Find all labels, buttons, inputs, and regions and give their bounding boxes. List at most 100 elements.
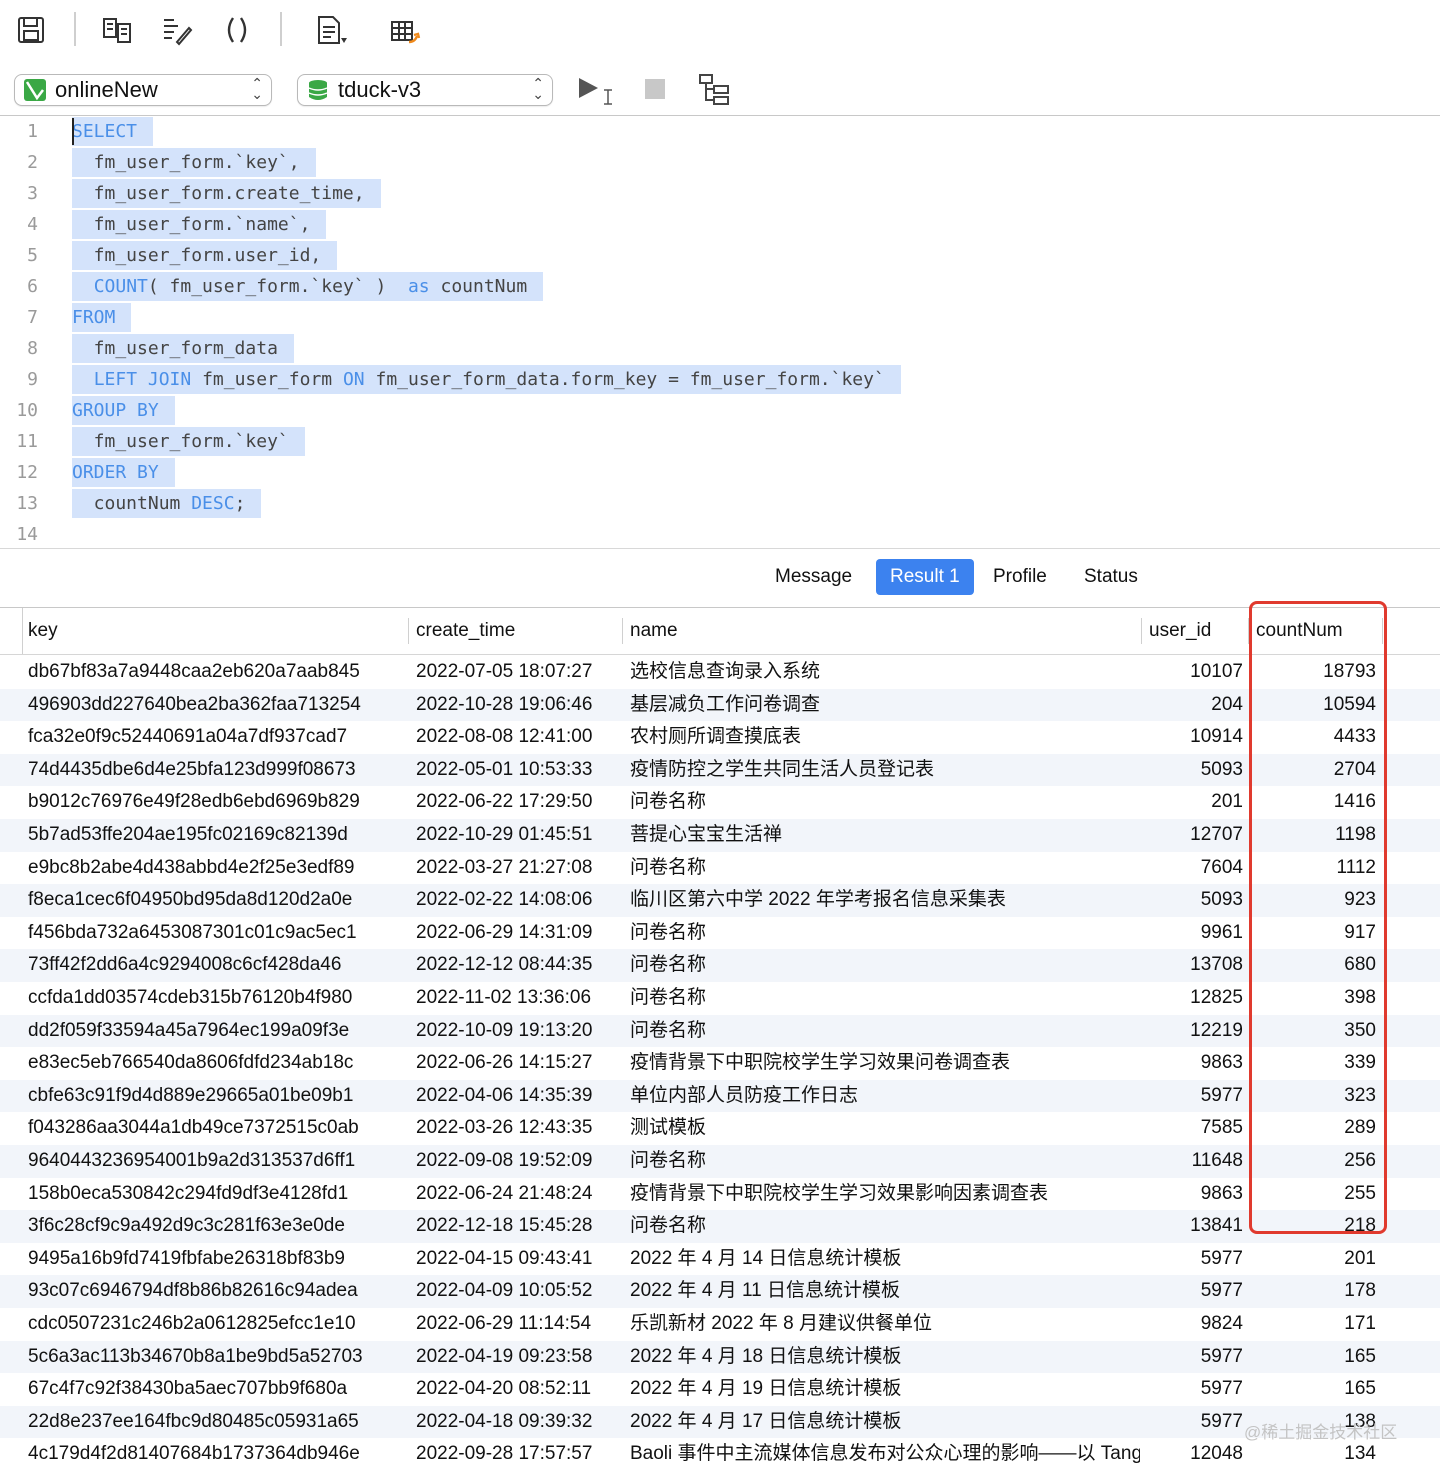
column-header-key[interactable]: key	[28, 608, 58, 654]
table-row[interactable]: 5c6a3ac113b34670b8a1be9bd5a52703 2022-04-…	[0, 1340, 1440, 1374]
table-row[interactable]: 74d4435dbe6d4e25bfa123d999f08673 2022-05-…	[0, 753, 1440, 787]
cell-key[interactable]: 3f6c28cf9c9a492d9c3c281f63e3e0de	[28, 1210, 400, 1243]
cell-name[interactable]: 问卷名称	[630, 852, 1140, 885]
editor-divider[interactable]	[0, 548, 1440, 549]
cell-user-id[interactable]: 11648	[1140, 1145, 1243, 1178]
cell-name[interactable]: 选校信息查询录入系统	[630, 656, 1140, 689]
cell-user-id[interactable]: 9824	[1140, 1308, 1243, 1341]
cell-user-id[interactable]: 9863	[1140, 1178, 1243, 1211]
cell-create-time[interactable]: 2022-06-24 21:48:24	[416, 1178, 616, 1211]
cell-key[interactable]: 4c179d4f2d81407684b1737364db946e	[28, 1438, 400, 1471]
table-row[interactable]: e83ec5eb766540da8606fdfd234ab18c 2022-06-…	[0, 1047, 1440, 1080]
table-row[interactable]: ccfda1dd03574cdeb315b76120b4f980 2022-11-…	[0, 982, 1440, 1015]
cell-user-id[interactable]: 5977	[1140, 1373, 1243, 1406]
cell-key[interactable]: 158b0eca530842c294fd9df3e4128fd1	[28, 1178, 400, 1211]
cell-name[interactable]: 疫情背景下中职院校学生学习效果问卷调查表	[630, 1047, 1140, 1080]
table-row[interactable]: 496903dd227640bea2ba362faa713254 2022-10-…	[0, 688, 1440, 722]
cell-name[interactable]: Baoli 事件中主流媒体信息发布对公众心理的影响——以 Tang	[630, 1438, 1140, 1471]
cell-create-time[interactable]: 2022-07-05 18:07:27	[416, 656, 616, 689]
cell-create-time[interactable]: 2022-12-18 15:45:28	[416, 1210, 616, 1243]
cell-name[interactable]: 问卷名称	[630, 1210, 1140, 1243]
table-row[interactable]: db67bf83a7a9448caa2eb620a7aab845 2022-07-…	[0, 656, 1440, 689]
cell-create-time[interactable]: 2022-10-09 19:13:20	[416, 1015, 616, 1048]
cell-create-time[interactable]: 2022-04-06 14:35:39	[416, 1080, 616, 1113]
explain-plan-icon[interactable]	[696, 72, 736, 113]
cell-name[interactable]: 2022 年 4 月 18 日信息统计模板	[630, 1341, 1140, 1374]
tab-profile[interactable]: Profile	[979, 559, 1061, 595]
cell-user-id[interactable]: 5977	[1140, 1406, 1243, 1439]
stop-icon[interactable]	[642, 76, 668, 107]
cell-user-id[interactable]: 7585	[1140, 1112, 1243, 1145]
cell-countnum[interactable]: 134	[1256, 1438, 1376, 1471]
cell-create-time[interactable]: 2022-04-20 08:52:11	[416, 1373, 616, 1406]
cell-user-id[interactable]: 12219	[1140, 1015, 1243, 1048]
cell-user-id[interactable]: 12825	[1140, 982, 1243, 1015]
cell-user-id[interactable]: 5977	[1140, 1080, 1243, 1113]
cell-key[interactable]: 9640443236954001b9a2d313537d6ff1	[28, 1145, 400, 1178]
cell-user-id[interactable]: 5977	[1140, 1243, 1243, 1276]
table-row[interactable]: f456bda732a6453087301c01c9ac5ec1 2022-06-…	[0, 917, 1440, 950]
parentheses-icon[interactable]	[220, 12, 254, 48]
cell-create-time[interactable]: 2022-06-29 11:14:54	[416, 1308, 616, 1341]
cell-name[interactable]: 农村厕所调查摸底表	[630, 721, 1140, 754]
cell-create-time[interactable]: 2022-06-29 14:31:09	[416, 917, 616, 950]
cell-create-time[interactable]: 2022-08-08 12:41:00	[416, 721, 616, 754]
cell-key[interactable]: b9012c76976e49f28edb6ebd6969b829	[28, 786, 400, 819]
table-row[interactable]: 93c07c6946794df8b86b82616c94adea 2022-04-…	[0, 1275, 1440, 1308]
table-row[interactable]: 5b7ad53ffe204ae195fc02169c82139d 2022-10-…	[0, 819, 1440, 852]
cell-name[interactable]: 问卷名称	[630, 982, 1140, 1015]
cell-name[interactable]: 2022 年 4 月 14 日信息统计模板	[630, 1243, 1140, 1276]
cell-name[interactable]: 问卷名称	[630, 1145, 1140, 1178]
cell-user-id[interactable]: 204	[1140, 689, 1243, 722]
cell-create-time[interactable]: 2022-04-19 09:23:58	[416, 1341, 616, 1374]
cell-create-time[interactable]: 2022-03-27 21:27:08	[416, 852, 616, 885]
cell-countnum[interactable]: 201	[1256, 1243, 1376, 1276]
cell-create-time[interactable]: 2022-04-18 09:39:32	[416, 1406, 616, 1439]
table-row[interactable]: e9bc8b2abe4d438abbd4e2f25e3edf89 2022-03-…	[0, 852, 1440, 885]
cell-create-time[interactable]: 2022-11-02 13:36:06	[416, 982, 616, 1015]
cell-name[interactable]: 临川区第六中学 2022 年学考报名信息采集表	[630, 884, 1140, 917]
table-row[interactable]: 4c179d4f2d81407684b1737364db946e 2022-09-…	[0, 1438, 1440, 1471]
table-row[interactable]: 22d8e237ee164fbc9d80485c05931a65 2022-04-…	[0, 1405, 1440, 1439]
cell-user-id[interactable]: 5093	[1140, 754, 1243, 787]
cell-create-time[interactable]: 2022-09-28 17:57:57	[416, 1438, 616, 1471]
cell-name[interactable]: 乐凯新材 2022 年 8 月建议供餐单位	[630, 1308, 1140, 1341]
cell-create-time[interactable]: 2022-12-12 08:44:35	[416, 949, 616, 982]
cell-key[interactable]: db67bf83a7a9448caa2eb620a7aab845	[28, 656, 400, 689]
table-row[interactable]: cbfe63c91f9d4d889e29665a01be09b1 2022-04-…	[0, 1079, 1440, 1113]
cell-key[interactable]: fca32e0f9c52440691a04a7df937cad7	[28, 721, 400, 754]
cell-key[interactable]: f8eca1cec6f04950bd95da8d120d2a0e	[28, 884, 400, 917]
cell-user-id[interactable]: 13841	[1140, 1210, 1243, 1243]
cell-name[interactable]: 问卷名称	[630, 917, 1140, 950]
cell-key[interactable]: 496903dd227640bea2ba362faa713254	[28, 689, 400, 722]
table-row[interactable]: 3f6c28cf9c9a492d9c3c281f63e3e0de 2022-12-…	[0, 1210, 1440, 1243]
cell-name[interactable]: 2022 年 4 月 19 日信息统计模板	[630, 1373, 1140, 1406]
format-sql-icon[interactable]	[160, 12, 194, 48]
cell-create-time[interactable]: 2022-10-28 19:06:46	[416, 689, 616, 722]
cell-name[interactable]: 问卷名称	[630, 1015, 1140, 1048]
cell-countnum[interactable]: 165	[1256, 1373, 1376, 1406]
cell-key[interactable]: cdc0507231c246b2a0612825efcc1e10	[28, 1308, 400, 1341]
cell-key[interactable]: 9495a16b9fd7419fbfabe26318bf83b9	[28, 1243, 400, 1276]
cell-user-id[interactable]: 10107	[1140, 656, 1243, 689]
table-row[interactable]: b9012c76976e49f28edb6ebd6969b829 2022-06-…	[0, 786, 1440, 819]
cell-key[interactable]: 5b7ad53ffe204ae195fc02169c82139d	[28, 819, 400, 852]
cell-key[interactable]: e83ec5eb766540da8606fdfd234ab18c	[28, 1047, 400, 1080]
cell-key[interactable]: f043286aa3044a1db49ce7372515c0ab	[28, 1112, 400, 1145]
cell-create-time[interactable]: 2022-09-08 19:52:09	[416, 1145, 616, 1178]
cell-key[interactable]: ccfda1dd03574cdeb315b76120b4f980	[28, 982, 400, 1015]
table-row[interactable]: 9495a16b9fd7419fbfabe26318bf83b9 2022-04-…	[0, 1243, 1440, 1276]
cell-user-id[interactable]: 5977	[1140, 1341, 1243, 1374]
cell-user-id[interactable]: 10914	[1140, 721, 1243, 754]
cell-countnum[interactable]: 178	[1256, 1275, 1376, 1308]
cell-key[interactable]: 67c4f7c92f38430ba5aec707bb9f680a	[28, 1373, 400, 1406]
cell-user-id[interactable]: 201	[1140, 786, 1243, 819]
cell-name[interactable]: 问卷名称	[630, 949, 1140, 982]
column-divider[interactable]	[1141, 618, 1142, 644]
cell-key[interactable]: 5c6a3ac113b34670b8a1be9bd5a52703	[28, 1341, 400, 1374]
cell-create-time[interactable]: 2022-06-26 14:15:27	[416, 1047, 616, 1080]
cell-name[interactable]: 基层减负工作问卷调查	[630, 689, 1140, 722]
sql-editor[interactable]: 1 SELECT 2 fm_user_form.`key`, 3 fm_user…	[0, 116, 1440, 548]
cell-create-time[interactable]: 2022-04-15 09:43:41	[416, 1243, 616, 1276]
cell-name[interactable]: 单位内部人员防疫工作日志	[630, 1080, 1140, 1113]
